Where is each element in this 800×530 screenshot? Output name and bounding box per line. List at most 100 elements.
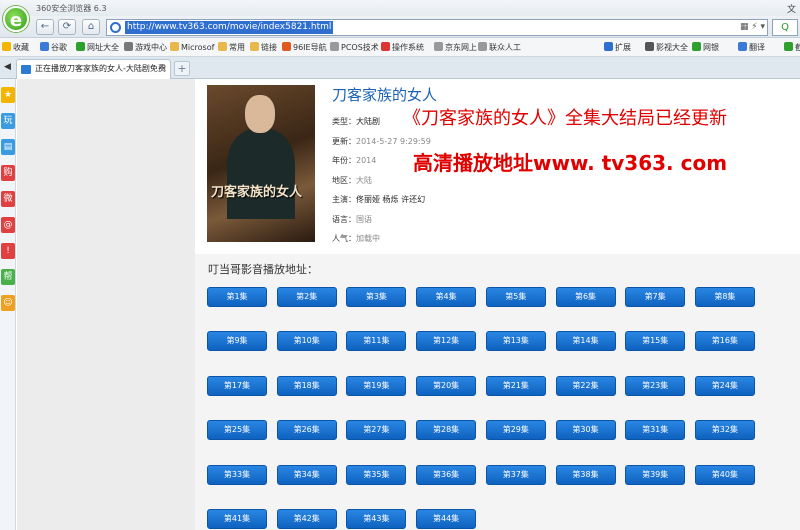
- bookmark-item[interactable]: 网银: [692, 41, 719, 54]
- tab-close-icon[interactable]: ×: [159, 60, 167, 78]
- episode-button[interactable]: 第33集: [207, 464, 267, 485]
- field-value: 大陆剧: [356, 117, 380, 126]
- sidebar-app-icon[interactable]: 帮: [1, 269, 15, 285]
- episode-button[interactable]: 第5集: [485, 287, 546, 307]
- episode-button[interactable]: 第32集: [694, 420, 755, 441]
- bookmark-label: 网银: [703, 43, 719, 52]
- episode-button[interactable]: 第4集: [416, 287, 477, 307]
- episode-button[interactable]: 第26集: [276, 420, 337, 441]
- episode-button[interactable]: 第16集: [694, 331, 755, 352]
- url-text[interactable]: http://www.tv363.com/movie/index5821.htm…: [125, 21, 334, 34]
- bookmark-label: 网址大全: [87, 43, 119, 52]
- episode-button[interactable]: 第14集: [555, 331, 616, 352]
- poster-figure: [227, 129, 295, 219]
- episode-button[interactable]: 第11集: [346, 331, 407, 352]
- back-button[interactable]: ←: [36, 19, 54, 35]
- bookmark-item[interactable]: 96IE导航: [282, 41, 327, 54]
- sidebar-app-icon[interactable]: ☺: [1, 295, 15, 311]
- episode-button[interactable]: 第30集: [555, 420, 616, 441]
- sidebar-app-icon[interactable]: ★: [1, 87, 15, 103]
- bookmark-item[interactable]: 收藏: [2, 41, 29, 54]
- sidebar-app-icon[interactable]: !: [1, 243, 15, 259]
- episode-button[interactable]: 第10集: [276, 331, 337, 352]
- episode-button[interactable]: 第39集: [625, 464, 686, 485]
- episode-button[interactable]: 第41集: [207, 509, 267, 529]
- sidebar-app-icon[interactable]: @: [1, 217, 15, 233]
- movie-title[interactable]: 刀客家族的女人: [332, 84, 437, 105]
- movie-field: 主演：佟丽娅 杨烁 许还幻: [332, 194, 425, 205]
- episode-button[interactable]: 第27集: [346, 420, 407, 441]
- episode-button[interactable]: 第8集: [694, 287, 755, 307]
- bookmark-item[interactable]: 常用: [218, 41, 245, 54]
- home-button[interactable]: ⌂: [82, 19, 100, 35]
- bookmark-item[interactable]: 链接: [250, 41, 277, 54]
- refresh-button[interactable]: ⟳: [58, 19, 76, 35]
- bookmark-item[interactable]: Microsof: [170, 41, 214, 54]
- bookmark-item[interactable]: 操作系统: [381, 41, 424, 54]
- episode-button[interactable]: 第20集: [416, 375, 477, 396]
- search-button[interactable]: Q: [772, 19, 798, 36]
- episode-button[interactable]: 第31集: [625, 420, 686, 441]
- episode-button[interactable]: 第43集: [346, 509, 407, 529]
- episode-button[interactable]: 第19集: [346, 375, 407, 396]
- field-value: 2014: [356, 156, 377, 165]
- new-tab-button[interactable]: +: [174, 61, 190, 76]
- episode-button[interactable]: 第2集: [276, 287, 337, 307]
- episode-button[interactable]: 第35集: [346, 464, 407, 485]
- bookmark-item[interactable]: 谷歌: [40, 41, 67, 54]
- bookmark-item[interactable]: 游戏中心: [124, 41, 167, 54]
- sidebar-app-icon[interactable]: 玩: [1, 113, 15, 129]
- bookmark-label: 影视大全: [656, 43, 688, 52]
- bookmark-label: 常用: [229, 43, 245, 52]
- bookmark-label: 扩展: [615, 43, 631, 52]
- bookmark-item[interactable]: 影视大全: [645, 41, 688, 54]
- bookmarks-bar: 收藏 谷歌 网址大全 游戏中心 Microsof 常用 链接 96IE导航 PCOS技术 操作系统…: [0, 38, 800, 57]
- movie-poster[interactable]: 刀客家族的女人: [207, 85, 315, 242]
- episode-button[interactable]: 第38集: [555, 464, 616, 485]
- episode-button[interactable]: 第12集: [416, 331, 477, 352]
- episode-button[interactable]: 第42集: [276, 509, 337, 529]
- episode-button[interactable]: 第9集: [207, 331, 267, 352]
- sidebar-app-icon[interactable]: ▤: [1, 139, 15, 155]
- episode-button[interactable]: 第29集: [485, 420, 546, 441]
- episode-button[interactable]: 第21集: [485, 375, 546, 396]
- episode-button[interactable]: 第15集: [625, 331, 686, 352]
- sidebar-app-icon[interactable]: 购: [1, 165, 15, 181]
- episode-button[interactable]: 第18集: [276, 375, 337, 396]
- site-security-icon: [110, 22, 121, 33]
- titlebar-menu[interactable]: 文: [787, 2, 796, 15]
- episode-button[interactable]: 第36集: [416, 464, 477, 485]
- page-content: 刀客家族的女人 刀客家族的女人 类型：大陆剧 更新：2014-5-27 9:29:…: [17, 79, 800, 530]
- episode-button[interactable]: 第24集: [694, 375, 755, 396]
- episode-button[interactable]: 第3集: [346, 287, 407, 307]
- bookmark-item[interactable]: 截: [784, 41, 800, 54]
- episode-button[interactable]: 第25集: [207, 420, 267, 441]
- bookmark-item[interactable]: 扩展: [604, 41, 631, 54]
- episode-button[interactable]: 第23集: [625, 375, 686, 396]
- address-bar[interactable]: http://www.tv363.com/movie/index5821.htm…: [106, 19, 768, 36]
- episode-button[interactable]: 第17集: [207, 375, 267, 396]
- field-label: 地区：: [332, 175, 356, 185]
- sidebar-app-icon[interactable]: 微: [1, 191, 15, 207]
- episode-button[interactable]: 第34集: [276, 464, 337, 485]
- episode-button[interactable]: 第1集: [207, 287, 267, 307]
- bookmark-item[interactable]: 网址大全: [76, 41, 119, 54]
- episode-button[interactable]: 第40集: [694, 464, 755, 485]
- episode-button[interactable]: 第6集: [555, 287, 616, 307]
- address-bar-tools[interactable]: ▦ ⚡ ▾: [740, 20, 765, 35]
- bookmark-icon: [218, 42, 227, 51]
- sidebar-toggle-button[interactable]: ◀: [0, 59, 15, 76]
- episode-button[interactable]: 第22集: [555, 375, 616, 396]
- episode-button[interactable]: 第28集: [416, 420, 477, 441]
- bookmark-icon: [40, 42, 49, 51]
- episode-button[interactable]: 第13集: [485, 331, 546, 352]
- episode-button[interactable]: 第44集: [416, 509, 477, 529]
- bookmark-item[interactable]: PCOS技术: [330, 41, 379, 54]
- episode-button[interactable]: 第37集: [485, 464, 546, 485]
- bookmark-item[interactable]: 翻译: [738, 41, 765, 54]
- bookmark-item[interactable]: 联众人工: [478, 41, 521, 54]
- tab-active[interactable]: 正在播放刀客家族的女人-大陆剧免费 ×: [16, 59, 171, 79]
- episode-button[interactable]: 第7集: [625, 287, 686, 307]
- bookmark-item[interactable]: 京东网上: [434, 41, 477, 54]
- side-rail: ★ 玩 ▤ 购微 @! 帮 ☺: [0, 79, 16, 530]
